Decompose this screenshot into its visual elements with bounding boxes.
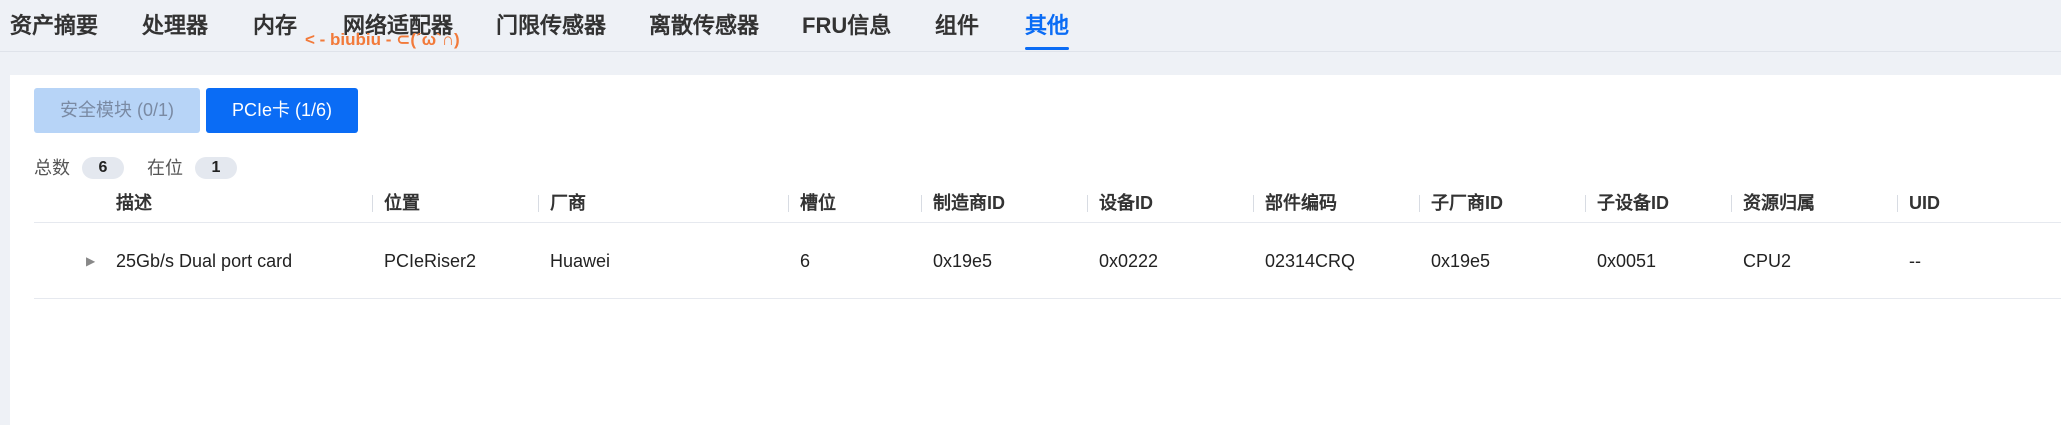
col-location: 位置	[384, 193, 420, 213]
col-manufacturer-id: 制造商ID	[933, 193, 1005, 213]
tab-fru-info[interactable]: FRU信息	[802, 0, 891, 52]
tab-memory[interactable]: 内存	[253, 0, 297, 52]
col-device-id: 设备ID	[1099, 193, 1153, 213]
security-module-button[interactable]: 安全模块 (0/1)	[34, 88, 200, 133]
table-row[interactable]: ▶ 25Gb/s Dual port card PCIeRiser2 Huawe…	[34, 224, 2061, 299]
column-resizer[interactable]	[1585, 195, 1586, 212]
pcie-card-button[interactable]: PCIe卡 (1/6)	[206, 88, 358, 133]
overlay-annotation: < - biubiu - ⊂(´ω`∩)	[305, 30, 460, 49]
cell-location: PCIeRiser2	[384, 251, 477, 271]
tab-components[interactable]: 组件	[935, 0, 979, 52]
col-resource-owner: 资源归属	[1743, 193, 1815, 213]
cell-resource-owner: CPU2	[1743, 251, 1792, 271]
total-count-badge: 6	[82, 157, 124, 179]
column-resizer[interactable]	[921, 195, 922, 212]
col-uid: UID	[1909, 193, 1940, 213]
column-resizer[interactable]	[1253, 195, 1254, 212]
col-subvendor-id: 子厂商ID	[1431, 193, 1503, 213]
present-count-badge: 1	[195, 157, 237, 179]
cell-subvendor-id: 0x19e5	[1431, 251, 1491, 271]
table-header: 描述 位置 厂商 槽位 制造商ID 设备ID 部件编码 子厂商ID 子设备ID …	[34, 183, 2061, 223]
content-panel: 安全模块 (0/1) PCIe卡 (1/6) 总数 6 在位 1 描述 位置 厂…	[10, 75, 2061, 425]
col-part-number: 部件编码	[1265, 193, 1337, 213]
total-label: 总数	[34, 158, 70, 178]
cell-manufacturer-id: 0x19e5	[933, 251, 993, 271]
present-label: 在位	[147, 158, 183, 178]
cell-part-number: 02314CRQ	[1265, 251, 1356, 271]
cell-device-id: 0x0222	[1099, 251, 1159, 271]
tab-other[interactable]: 其他	[1025, 0, 1070, 52]
column-resizer[interactable]	[372, 195, 373, 212]
tab-processor[interactable]: 处理器	[142, 0, 208, 52]
column-resizer[interactable]	[1731, 195, 1732, 212]
column-resizer[interactable]	[788, 195, 789, 212]
tab-asset-summary[interactable]: 资产摘要	[10, 0, 98, 52]
col-description: 描述	[116, 193, 152, 213]
column-resizer[interactable]	[1419, 195, 1420, 212]
triangle-right-icon[interactable]: ▶	[86, 224, 95, 299]
column-resizer[interactable]	[1897, 195, 1898, 212]
column-resizer[interactable]	[1087, 195, 1088, 212]
column-resizer[interactable]	[538, 195, 539, 212]
cell-slot: 6	[800, 251, 811, 271]
cell-subdevice-id: 0x0051	[1597, 251, 1657, 271]
col-subdevice-id: 子设备ID	[1597, 193, 1669, 213]
tab-threshold-sensor[interactable]: 门限传感器	[496, 0, 606, 52]
cell-vendor: Huawei	[550, 251, 611, 271]
col-vendor: 厂商	[550, 193, 586, 213]
cell-description: 25Gb/s Dual port card	[116, 251, 293, 271]
tab-discrete-sensor[interactable]: 离散传感器	[649, 0, 759, 52]
col-slot: 槽位	[800, 193, 836, 213]
cell-uid: --	[1909, 251, 1921, 271]
